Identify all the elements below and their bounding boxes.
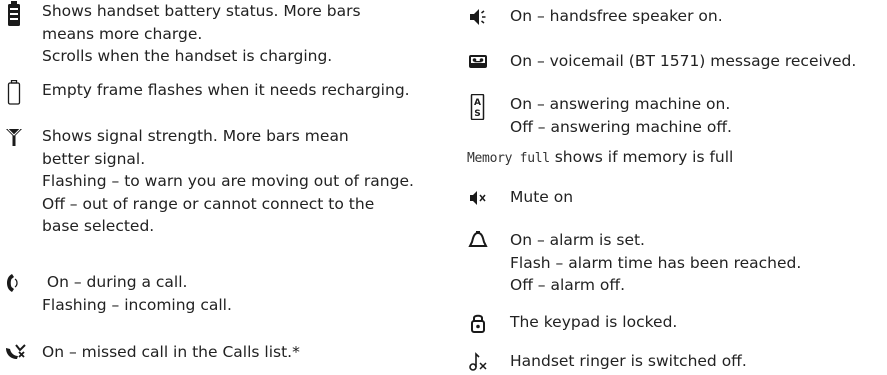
voicemail-icon bbox=[467, 51, 489, 73]
handset-call-icon bbox=[3, 272, 25, 294]
signal-strength-line-5: base selected. bbox=[42, 217, 155, 235]
svg-text:S: S bbox=[474, 109, 480, 119]
speaker-icon bbox=[467, 6, 489, 28]
battery-status-line-2: means more charge. bbox=[42, 24, 203, 43]
ringer-off-line-1: Handset ringer is switched off. bbox=[510, 352, 747, 370]
signal-strength-line-1: Shows signal strength. More bars mean bbox=[42, 127, 349, 145]
mute-line-1: Mute on bbox=[510, 188, 574, 206]
battery-empty-line-1: Empty frame flashes when it needs rechar… bbox=[42, 81, 410, 99]
battery-status-line-1: Shows handset battery status. More bars bbox=[42, 2, 361, 20]
keypad-lock-icon bbox=[467, 312, 489, 334]
voicemail-line-1: On – voicemail (BT 1571) message receive… bbox=[510, 52, 857, 70]
memory-full-display-text: Memory full bbox=[467, 151, 550, 166]
signal-strength-line-4: Off – out of range or cannot connect to … bbox=[42, 194, 375, 213]
speaker-line-1: On – handsfree speaker on. bbox=[510, 7, 723, 25]
answering-machine-line-1: On – answering machine on. bbox=[510, 95, 731, 113]
missed-call-line-1: On – missed call in the Calls list.* bbox=[42, 343, 300, 361]
missed-call-icon bbox=[3, 342, 26, 364]
battery-status-line-3: Scrolls when the handset is charging. bbox=[42, 47, 333, 65]
answering-machine-icon: A S bbox=[467, 94, 489, 120]
keypad-lock-line-1: The keypad is locked. bbox=[510, 313, 678, 331]
alarm-bell-icon bbox=[467, 230, 489, 252]
signal-antenna-icon bbox=[3, 126, 25, 148]
alarm-line-1: On – alarm is set. bbox=[510, 231, 645, 249]
memory-full-entry: Memory full shows if memory is full bbox=[467, 146, 733, 171]
signal-strength-line-2: better signal. bbox=[42, 149, 146, 168]
alarm-line-3: Off – alarm off. bbox=[510, 276, 626, 294]
call-status-line-2: Flashing – incoming call. bbox=[42, 295, 232, 314]
battery-full-icon bbox=[3, 1, 25, 26]
battery-empty-icon bbox=[3, 80, 25, 105]
ringer-off-icon bbox=[467, 351, 489, 373]
svg-text:A: A bbox=[474, 98, 481, 108]
answering-machine-line-2: Off – answering machine off. bbox=[510, 117, 732, 136]
call-status-line-1: On – during a call. bbox=[42, 273, 188, 291]
memory-full-description: shows if memory is full bbox=[549, 148, 734, 166]
signal-strength-line-3: Flashing – to warn you are moving out of… bbox=[42, 172, 414, 190]
mute-icon bbox=[467, 187, 489, 209]
alarm-line-2: Flash – alarm time has been reached. bbox=[510, 253, 802, 272]
